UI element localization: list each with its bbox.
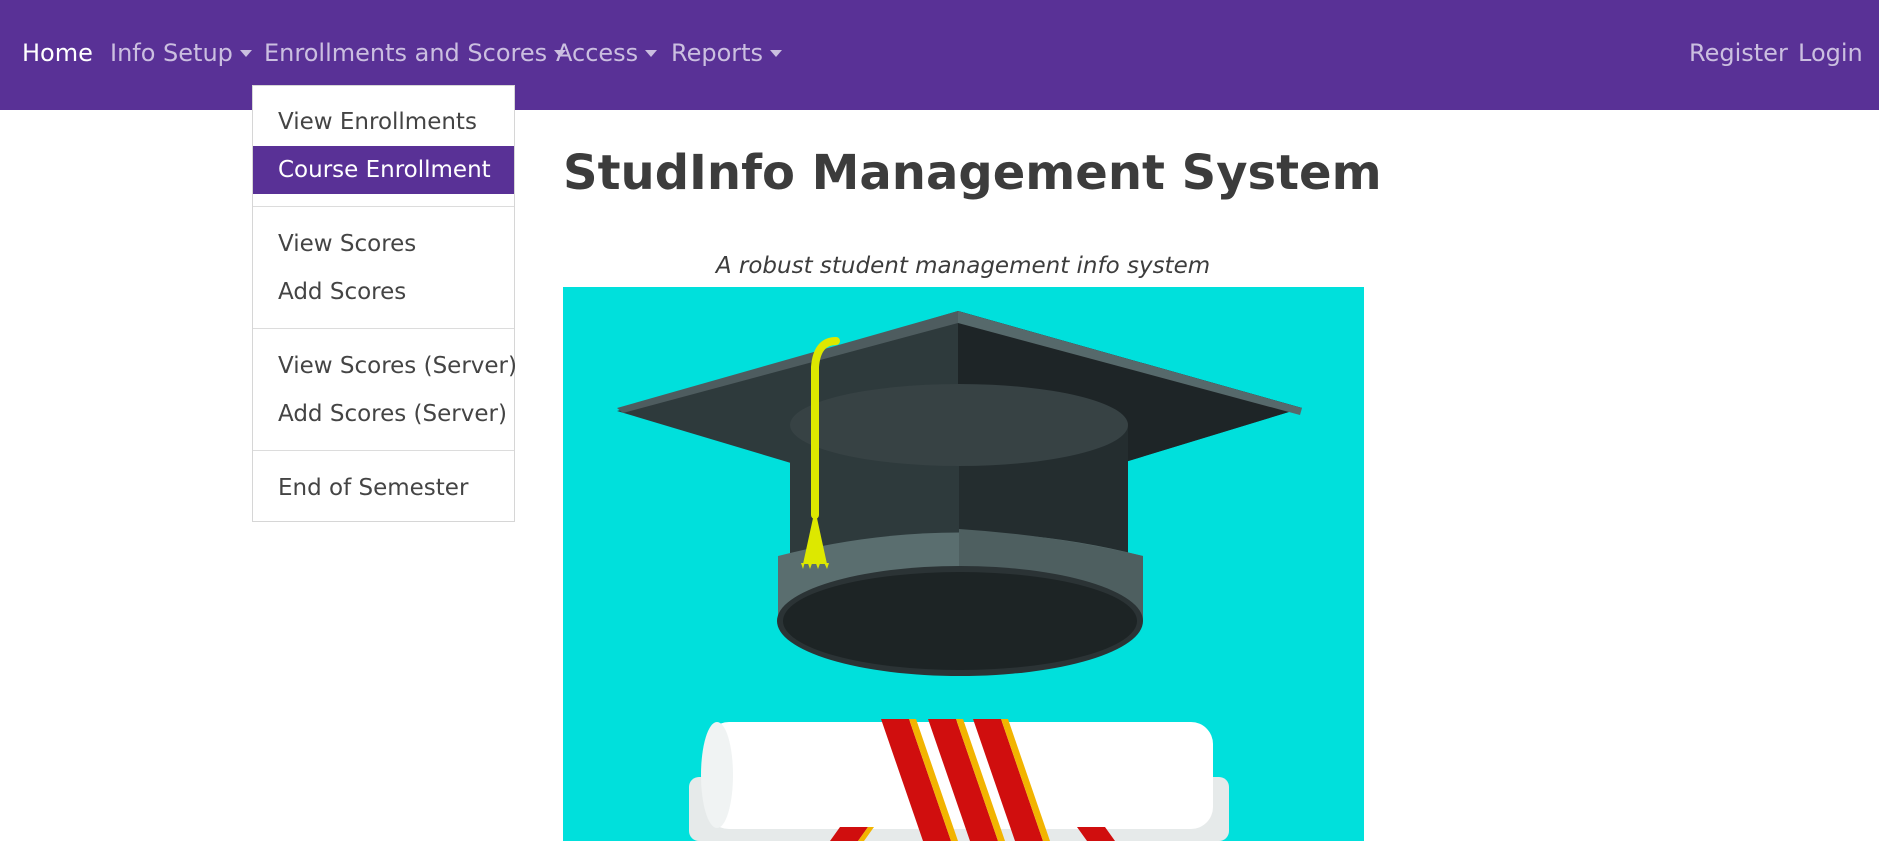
nav-info-setup-dropdown[interactable]: Info Setup [110, 36, 252, 70]
menu-item-view-enrollments[interactable]: View Enrollments [253, 98, 514, 146]
caret-down-icon [239, 50, 252, 57]
menu-item-view-scores-server[interactable]: View Scores (Server) [253, 342, 517, 390]
menu-divider [253, 450, 514, 451]
menu-item-course-enrollment[interactable]: Course Enrollment [253, 146, 514, 194]
nav-enrollments-and-scores-label: Enrollments and Scores [264, 39, 548, 67]
page-title: StudInfo Management System [563, 145, 1382, 201]
menu-item-label: Course Enrollment [278, 157, 491, 183]
menu-divider [253, 206, 514, 207]
menu-item-label: Add Scores [278, 279, 407, 305]
menu-item-label: End of Semester [278, 475, 469, 501]
menu-item-label: View Enrollments [278, 109, 477, 135]
nav-register[interactable]: Register [1689, 36, 1788, 70]
graduation-cap-icon [563, 287, 1364, 841]
nav-home-label: Home [22, 39, 93, 67]
menu-item-view-scores[interactable]: View Scores [253, 220, 514, 268]
caret-down-icon [645, 50, 658, 57]
menu-item-end-of-semester[interactable]: End of Semester [253, 464, 514, 512]
menu-divider [253, 328, 514, 329]
menu-item-add-scores-server[interactable]: Add Scores (Server) [253, 390, 514, 438]
menu-item-label: View Scores (Server) [278, 353, 517, 379]
nav-access-dropdown[interactable]: Access [556, 36, 658, 70]
nav-login[interactable]: Login [1798, 36, 1863, 70]
menu-item-label: Add Scores (Server) [278, 401, 507, 427]
menu-item-label: View Scores [278, 231, 417, 257]
caret-down-icon [770, 50, 783, 57]
nav-login-label: Login [1798, 39, 1863, 67]
enrollments-and-scores-dropdown-menu: View Enrollments Course Enrollment View … [252, 85, 517, 522]
nav-enrollments-and-scores-dropdown[interactable]: Enrollments and Scores [264, 36, 567, 70]
nav-home[interactable]: Home [22, 36, 93, 70]
nav-register-label: Register [1689, 39, 1788, 67]
nav-reports-dropdown[interactable]: Reports [671, 36, 783, 70]
nav-reports-label: Reports [671, 39, 764, 67]
nav-access-label: Access [556, 39, 639, 67]
hero-image [563, 287, 1364, 841]
menu-item-add-scores[interactable]: Add Scores [253, 268, 514, 316]
nav-info-setup-label: Info Setup [110, 39, 233, 67]
page-subtitle: A robust student management info system [715, 253, 1211, 279]
